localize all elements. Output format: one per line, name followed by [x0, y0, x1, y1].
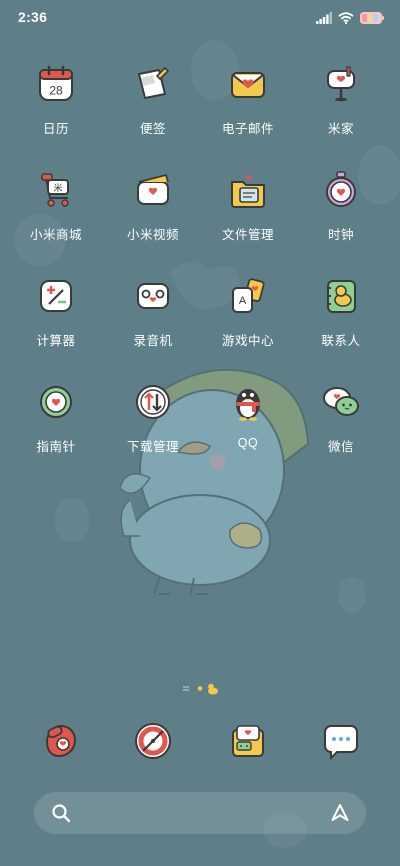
app-mi-video[interactable]: 小米视频 — [108, 170, 198, 266]
status-time: 2:36 — [18, 9, 48, 25]
calculator-icon — [36, 276, 76, 316]
search-bar[interactable] — [34, 792, 366, 834]
app-label: 录音机 — [133, 334, 173, 348]
battery-icon — [360, 12, 384, 24]
shopping-cart-icon: 米 — [36, 170, 76, 210]
recorder-icon — [133, 276, 173, 316]
dock-messages[interactable] — [227, 720, 269, 762]
mailbox-icon — [321, 64, 361, 104]
app-qq[interactable]: QQ — [203, 382, 293, 478]
app-file-manager[interactable]: 文件管理 — [203, 170, 293, 266]
compass-icon — [36, 382, 76, 422]
page-list-icon — [183, 686, 189, 691]
signal-icon — [316, 12, 332, 24]
app-label: 文件管理 — [221, 228, 274, 242]
contacts-book-icon — [321, 276, 361, 316]
search-icon[interactable] — [51, 803, 71, 823]
page-dot-current — [197, 686, 203, 691]
app-clock[interactable]: 时钟 — [296, 170, 386, 266]
status-bar: 2:36 — [0, 0, 400, 36]
chat-bubbles-icon — [321, 382, 361, 422]
dock-browser[interactable] — [132, 720, 174, 762]
app-label: 下载管理 — [126, 440, 179, 454]
app-label: 时钟 — [327, 228, 354, 242]
message-folder-icon — [232, 725, 264, 757]
app-label: 便签 — [139, 122, 166, 136]
app-notes[interactable]: 便签 — [108, 64, 198, 160]
dock-phone[interactable] — [39, 720, 81, 762]
speech-bubble-icon — [324, 725, 358, 761]
app-email[interactable]: 电子邮件 — [203, 64, 293, 160]
app-label: 米家 — [327, 122, 354, 136]
app-label: 日历 — [42, 122, 69, 136]
home-screen: 2:36 28 日历 便签 电子邮件 米家 米 小米商城 小米视频 文件管理 时… — [0, 0, 400, 866]
game-card-icon: A — [228, 276, 268, 316]
app-contacts[interactable]: 联系人 — [296, 276, 386, 372]
duck-page-icon — [206, 683, 218, 695]
phone-icon — [45, 724, 77, 758]
app-label: 小米商城 — [29, 228, 82, 242]
download-icon — [133, 382, 173, 422]
page-indicator[interactable] — [180, 682, 224, 696]
assistant-icon[interactable] — [330, 803, 350, 823]
app-recorder[interactable]: 录音机 — [108, 276, 198, 372]
app-label: 小米视频 — [126, 228, 179, 242]
wifi-icon — [338, 12, 354, 24]
app-mi-home[interactable]: 米家 — [296, 64, 386, 160]
app-mi-store[interactable]: 米 小米商城 — [11, 170, 101, 266]
card-letter: A — [239, 295, 247, 307]
compass-browser-icon — [135, 723, 171, 759]
app-downloads[interactable]: 下载管理 — [108, 382, 198, 478]
app-label: 游戏中心 — [221, 334, 274, 348]
folder-icon — [228, 170, 268, 210]
app-label: 电子邮件 — [221, 122, 274, 136]
penguin-icon — [228, 382, 268, 422]
app-label: 微信 — [327, 440, 354, 454]
notes-icon — [133, 64, 173, 104]
stopwatch-icon — [321, 170, 361, 210]
store-glyph: 米 — [53, 182, 62, 193]
calendar-icon: 28 — [36, 64, 76, 104]
app-label: 指南针 — [36, 440, 76, 454]
email-icon — [228, 64, 268, 104]
app-compass[interactable]: 指南针 — [11, 382, 101, 478]
app-game-center[interactable]: A 游戏中心 — [203, 276, 293, 372]
dock-chat[interactable] — [320, 720, 362, 762]
app-label: QQ — [237, 436, 259, 450]
video-icon — [133, 170, 173, 210]
app-label: 联系人 — [321, 334, 361, 348]
app-label: 计算器 — [36, 334, 76, 348]
status-icons — [316, 11, 384, 25]
calendar-date: 28 — [49, 84, 63, 98]
app-calculator[interactable]: 计算器 — [11, 276, 101, 372]
app-wechat[interactable]: 微信 — [296, 382, 386, 478]
app-calendar[interactable]: 28 日历 — [11, 64, 101, 160]
